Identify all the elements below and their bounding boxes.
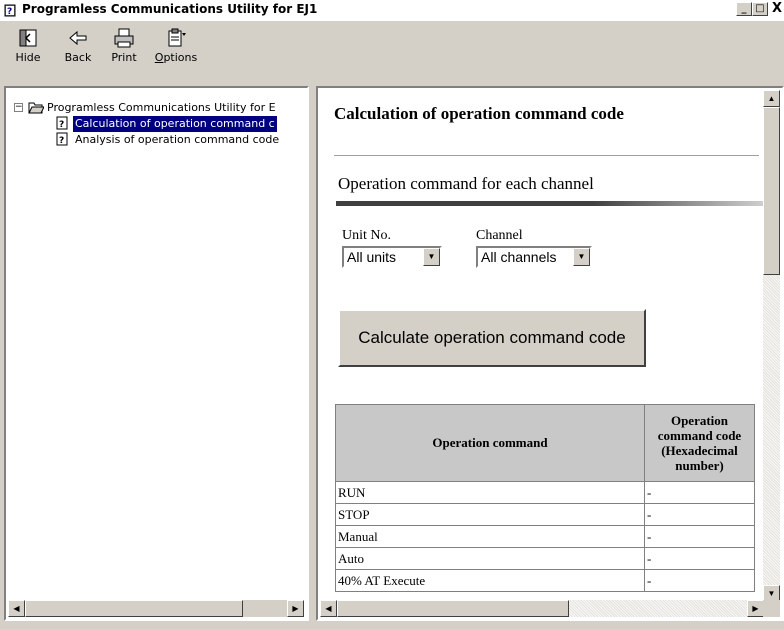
scroll-left-arrow-icon[interactable]: ◀ [8, 600, 25, 617]
back-arrow-icon [69, 30, 87, 46]
svg-text:?: ? [7, 7, 12, 17]
table-row: Auto - [335, 547, 755, 570]
code-cell: - [644, 525, 755, 548]
command-cell: Manual [335, 525, 645, 548]
column-header-command: Operation command [335, 404, 645, 482]
close-button[interactable]: X [770, 2, 784, 16]
help-book-icon: ? [4, 4, 16, 17]
channel-select-value: All channels [481, 249, 557, 265]
printer-icon [114, 28, 134, 48]
toolbar: Hide Back Print Options [0, 20, 784, 82]
minimize-button[interactable]: _ [736, 2, 752, 16]
app-window: ? Programless Communications Utility for… [0, 0, 784, 629]
horizontal-scrollbar[interactable]: ◀ ▶ [8, 600, 304, 617]
window-controls: _ □ X [736, 2, 784, 18]
collapse-icon[interactable]: − [14, 103, 23, 112]
column-header-code: Operation command code (Hexadecimal numb… [644, 404, 755, 482]
section-title: Operation command for each channel [338, 174, 594, 193]
code-cell: - [644, 503, 755, 526]
print-button[interactable]: Print [100, 27, 148, 75]
unit-select-value: All units [347, 249, 397, 265]
command-cell: Auto [335, 547, 645, 570]
hide-button[interactable]: Hide [4, 27, 52, 75]
unit-select[interactable]: All units ▼ [342, 246, 442, 268]
scroll-right-arrow-icon[interactable]: ▶ [747, 600, 764, 617]
code-cell: - [644, 547, 755, 570]
scroll-up-arrow-icon[interactable]: ▲ [763, 90, 780, 107]
table-header-row: Operation command Operation command code… [335, 404, 755, 482]
command-cell: RUN [335, 481, 645, 504]
pane-splitter[interactable] [309, 86, 316, 621]
code-cell: - [644, 481, 755, 504]
options-icon [168, 28, 186, 47]
table-row: STOP - [335, 503, 755, 526]
channel-select[interactable]: All channels ▼ [476, 246, 592, 268]
hide-label: Hide [15, 51, 41, 64]
back-button[interactable]: Back [54, 27, 102, 75]
window-title: Programless Communications Utility for E… [22, 2, 318, 16]
scroll-left-arrow-icon[interactable]: ◀ [320, 600, 337, 617]
tree-item-analysis[interactable]: ? Analysis of operation command code [14, 132, 304, 148]
chevron-down-icon[interactable]: ▼ [573, 248, 590, 266]
table-row: Manual - [335, 525, 755, 548]
options-button[interactable]: Options [148, 27, 204, 75]
scroll-thumb[interactable] [763, 107, 780, 275]
unit-label: Unit No. [342, 228, 391, 243]
section-divider [336, 201, 765, 206]
calculate-button[interactable]: Calculate operation command code [338, 309, 646, 367]
topic-page-icon: ? [56, 132, 68, 146]
tree-item-label: Analysis of operation command code [75, 133, 280, 146]
contents-pane: − Programless Communications Utility for… [4, 86, 309, 621]
command-table: Operation command Operation command code… [335, 404, 755, 592]
page-title: Calculation of operation command code [334, 104, 624, 123]
svg-text:?: ? [59, 120, 64, 130]
svg-text:?: ? [59, 136, 64, 146]
scroll-thumb[interactable] [25, 600, 243, 617]
scroll-thumb[interactable] [337, 600, 569, 617]
topic-content: Calculation of operation command code Op… [318, 88, 765, 600]
tree-item-calculation[interactable]: ? Calculation of operation command c [14, 116, 304, 132]
table-row: 40% AT Execute - [335, 569, 755, 592]
command-cell: 40% AT Execute [335, 569, 645, 592]
horizontal-scrollbar[interactable]: ◀ ▶ [320, 600, 764, 617]
back-label: Back [64, 51, 92, 64]
scroll-right-arrow-icon[interactable]: ▶ [287, 600, 304, 617]
command-cell: STOP [335, 503, 645, 526]
topic-pane: Calculation of operation command code Op… [316, 86, 784, 621]
topic-page-icon: ? [56, 116, 68, 130]
tree-item-label: Calculation of operation command c [73, 116, 277, 132]
topic-tree: − Programless Communications Utility for… [14, 100, 304, 148]
divider [334, 155, 759, 156]
chevron-down-icon[interactable]: ▼ [423, 248, 440, 266]
title-bar: ? Programless Communications Utility for… [0, 0, 784, 20]
open-folder-icon [28, 102, 44, 114]
maximize-button[interactable]: □ [752, 2, 768, 16]
tree-root-label: Programless Communications Utility for E [47, 101, 276, 114]
table-row: RUN - [335, 481, 755, 504]
code-cell: - [644, 569, 755, 592]
options-label: Options [154, 51, 198, 64]
scroll-corner [763, 600, 780, 617]
tree-root[interactable]: − Programless Communications Utility for… [14, 100, 304, 116]
vertical-scrollbar[interactable]: ▲ ▼ [763, 90, 780, 602]
hide-pane-icon [19, 29, 37, 47]
print-label: Print [111, 51, 137, 64]
channel-label: Channel [476, 228, 523, 243]
